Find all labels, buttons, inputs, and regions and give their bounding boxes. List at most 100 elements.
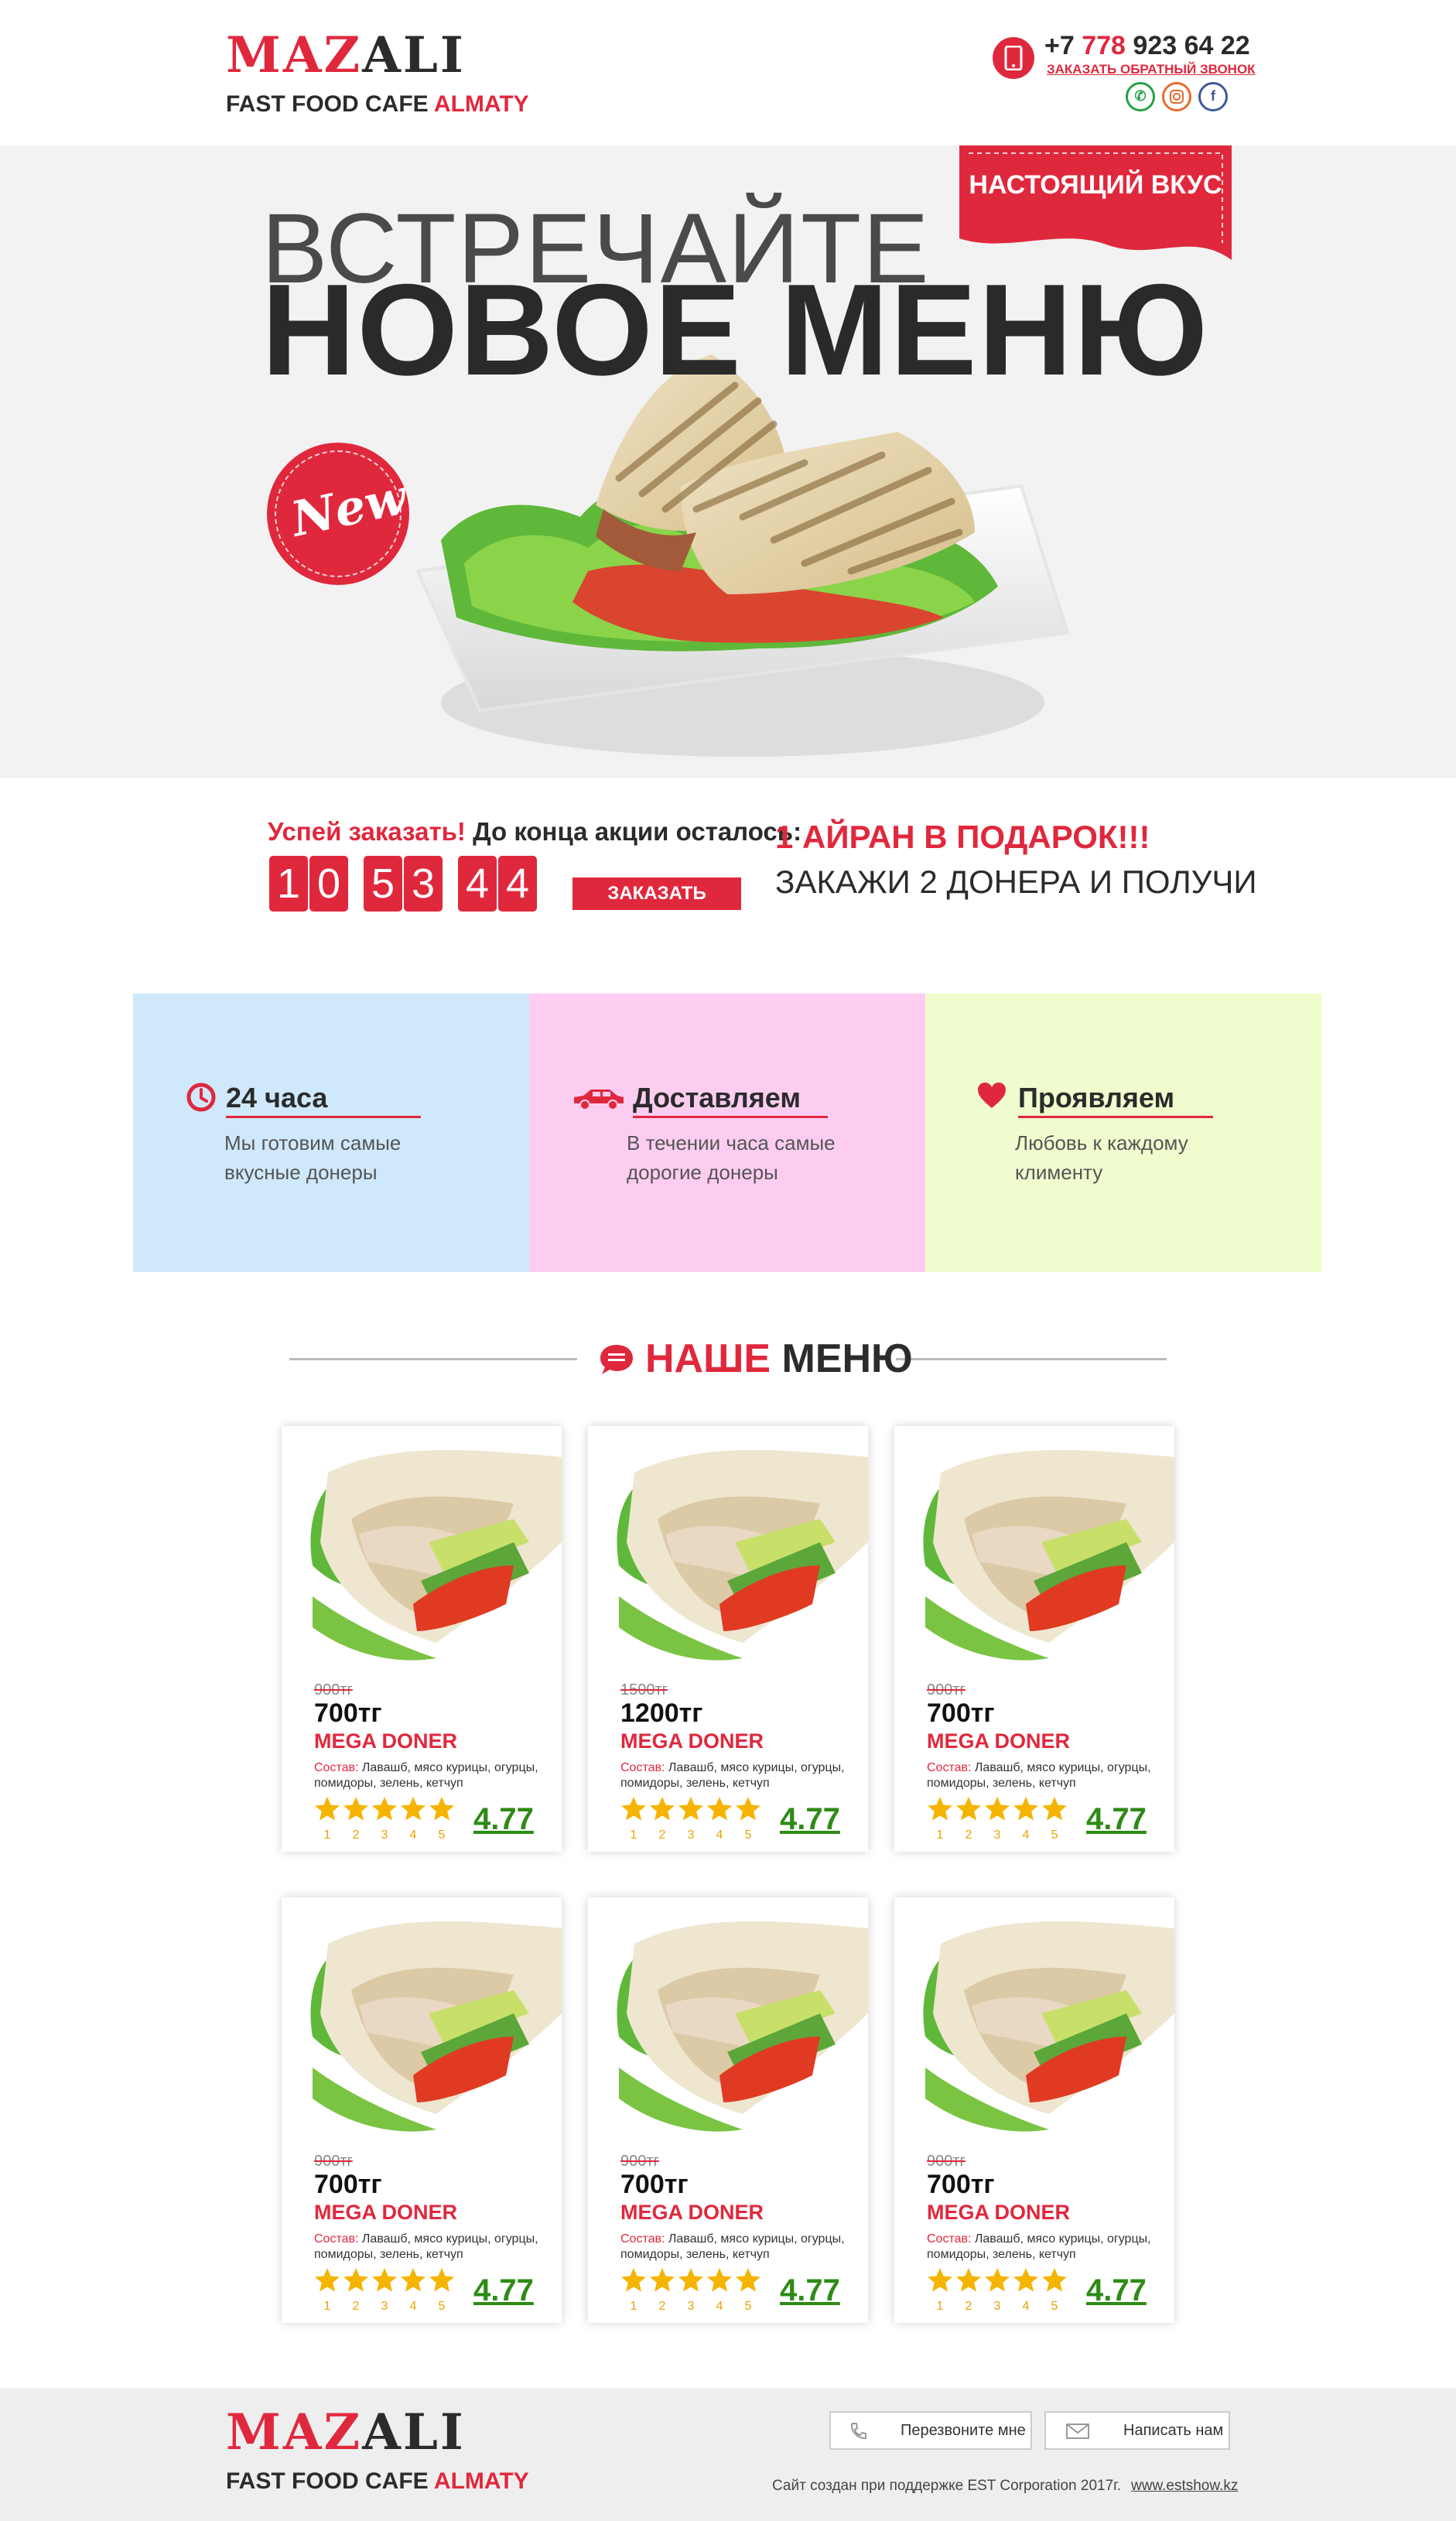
order-button[interactable]: ЗАКАЗАТЬ — [572, 877, 741, 910]
star-icon[interactable] — [678, 2268, 703, 2292]
star-icon[interactable] — [928, 2268, 952, 2292]
star-number: 3 — [687, 1828, 695, 1842]
rating-value[interactable]: 4.77 — [1086, 1802, 1147, 1837]
callback-link[interactable]: ЗАКАЗАТЬ ОБРАТНЫЙ ЗВОНОК — [1047, 62, 1256, 77]
composition-label: Состав: — [620, 2232, 665, 2246]
star-rating[interactable] — [927, 1796, 1074, 1828]
facebook-icon[interactable]: f — [1198, 82, 1228, 111]
star-icon[interactable] — [429, 2268, 454, 2292]
logo[interactable]: MAZALI — [226, 31, 466, 80]
star-rating[interactable] — [314, 2267, 461, 2299]
star-icon[interactable] — [343, 1797, 368, 1821]
product-name[interactable]: MEGA DONER — [314, 1729, 457, 1753]
product-composition: Состав: Лавашб, мясо курицы, огурцы, пом… — [620, 1760, 845, 1791]
footer-logo[interactable]: MAZALI — [226, 2408, 466, 2458]
rating-value[interactable]: 4.77 — [473, 1802, 534, 1837]
price: 700тг — [927, 2170, 995, 2199]
product-name[interactable]: MEGA DONER — [927, 2201, 1070, 2225]
product-card[interactable]: 900тг 700тг MEGA DONER Состав: Лавашб, мясо… — [282, 1897, 562, 2323]
product-card[interactable]: 900тг 700тг MEGA DONER Состав: Лавашб, мясо… — [894, 1897, 1174, 2323]
star-icon[interactable] — [985, 2268, 1010, 2292]
rating-value[interactable]: 4.77 — [473, 2273, 534, 2308]
star-icon[interactable] — [315, 1797, 340, 1821]
footer-write-button[interactable]: Написать нам — [1044, 2411, 1230, 2450]
car-icon — [574, 1089, 624, 1110]
phone-handset-icon — [850, 2423, 866, 2440]
footer-callback-button[interactable]: Перезвоните мне — [829, 2411, 1032, 2450]
footer-write-label: Написать нам — [1123, 2422, 1224, 2439]
star-number: 3 — [687, 2300, 695, 2313]
whatsapp-icon[interactable]: ✆ — [1126, 82, 1155, 111]
product-name[interactable]: MEGA DONER — [927, 1729, 1070, 1753]
star-rating[interactable] — [620, 2267, 767, 2299]
rating-value[interactable]: 4.77 — [780, 2273, 840, 2308]
star-icon[interactable] — [1013, 2268, 1038, 2292]
star-icon[interactable] — [372, 1797, 397, 1821]
composition-label: Состав: — [620, 1761, 665, 1774]
star-icon[interactable] — [621, 2268, 646, 2292]
star-icon[interactable] — [678, 1797, 703, 1821]
star-icon[interactable] — [401, 1797, 426, 1821]
star-number: 3 — [993, 2300, 1001, 2313]
feature-title: Проявляем — [1018, 1082, 1175, 1113]
product-composition: Состав: Лавашб, мясо курицы, огурцы, пом… — [927, 1760, 1151, 1791]
rating-value[interactable]: 4.77 — [780, 1802, 840, 1837]
star-rating[interactable] — [927, 2267, 1074, 2299]
star-number: 4 — [409, 2300, 417, 2313]
star-icon[interactable] — [650, 1797, 675, 1821]
star-icon[interactable] — [650, 2268, 675, 2292]
product-image — [894, 1897, 1174, 2146]
phone-icon[interactable] — [993, 37, 1034, 79]
product-card[interactable]: 900тг 700тг MEGA DONER Состав: Лавашб, мясо… — [894, 1426, 1174, 1852]
star-icon[interactable] — [956, 1797, 981, 1821]
promo-heading: Успей заказать! До конца акции осталось: — [268, 817, 801, 847]
footer-site-link[interactable]: www.estshow.kz — [1131, 2478, 1238, 2495]
star-icon[interactable] — [621, 1797, 646, 1821]
star-icon[interactable] — [401, 2268, 426, 2292]
star-rating[interactable] — [620, 1796, 767, 1828]
star-icon[interactable] — [985, 1797, 1010, 1821]
phone-prefix: +7 — [1044, 31, 1075, 60]
phone-number[interactable]: +7 778 923 64 22 — [1044, 31, 1250, 61]
product-card[interactable]: 900тг 700тг MEGA DONER Состав: Лавашб, мясо… — [282, 1426, 562, 1852]
countdown-digit: 4 — [498, 856, 537, 912]
product-composition: Состав: Лавашб, мясо курицы, огурцы, пом… — [927, 2232, 1151, 2263]
star-icon[interactable] — [343, 2268, 368, 2292]
star-number: 5 — [744, 2300, 752, 2313]
star-icon[interactable] — [928, 1797, 952, 1821]
star-number: 2 — [352, 1828, 360, 1842]
product-card[interactable]: 1500тг 1200тг MEGA DONER Состав: Лавашб, мя… — [588, 1426, 868, 1852]
gift-title: 1 АЙРАН В ПОДАРОК!!! — [775, 819, 1150, 855]
product-name[interactable]: MEGA DONER — [620, 2201, 764, 2225]
star-icon[interactable] — [1042, 2268, 1067, 2292]
star-icon[interactable] — [429, 1797, 454, 1821]
logo-subtitle: FAST FOOD CAFE ALMATY — [226, 91, 529, 118]
star-number: 1 — [936, 2300, 944, 2313]
product-image — [588, 1897, 868, 2146]
flag-ribbon — [959, 145, 1232, 260]
heart-icon — [978, 1083, 1006, 1108]
menu-title-red: НАШЕ — [645, 1336, 771, 1381]
product-composition: Состав: Лавашб, мясо курицы, огурцы, пом… — [314, 1760, 538, 1791]
star-rating[interactable] — [314, 1796, 461, 1828]
star-icon[interactable] — [315, 2268, 340, 2292]
star-icon[interactable] — [372, 2268, 397, 2292]
product-name[interactable]: MEGA DONER — [620, 1729, 764, 1753]
product-name[interactable]: MEGA DONER — [314, 2201, 457, 2225]
product-composition: Состав: Лавашб, мясо курицы, огурцы, пом… — [620, 2232, 845, 2263]
star-icon[interactable] — [707, 1797, 732, 1821]
star-number: 4 — [716, 1828, 723, 1842]
feature-title: Доставляем — [633, 1082, 801, 1113]
star-icon[interactable] — [736, 1797, 760, 1821]
star-icon[interactable] — [707, 2268, 732, 2292]
star-icon[interactable] — [736, 2268, 760, 2292]
rating-value[interactable]: 4.77 — [1086, 2273, 1147, 2308]
product-card[interactable]: 900тг 700тг MEGA DONER Состав: Лавашб, мясо… — [588, 1897, 868, 2323]
star-icon[interactable] — [1013, 1797, 1038, 1821]
star-number: 3 — [993, 1828, 1001, 1842]
instagram-icon[interactable] — [1162, 82, 1191, 111]
logo-sub-dark: FAST FOOD CAFE — [226, 91, 429, 117]
star-number: 3 — [381, 1828, 388, 1842]
star-icon[interactable] — [956, 2268, 981, 2292]
star-icon[interactable] — [1042, 1797, 1067, 1821]
